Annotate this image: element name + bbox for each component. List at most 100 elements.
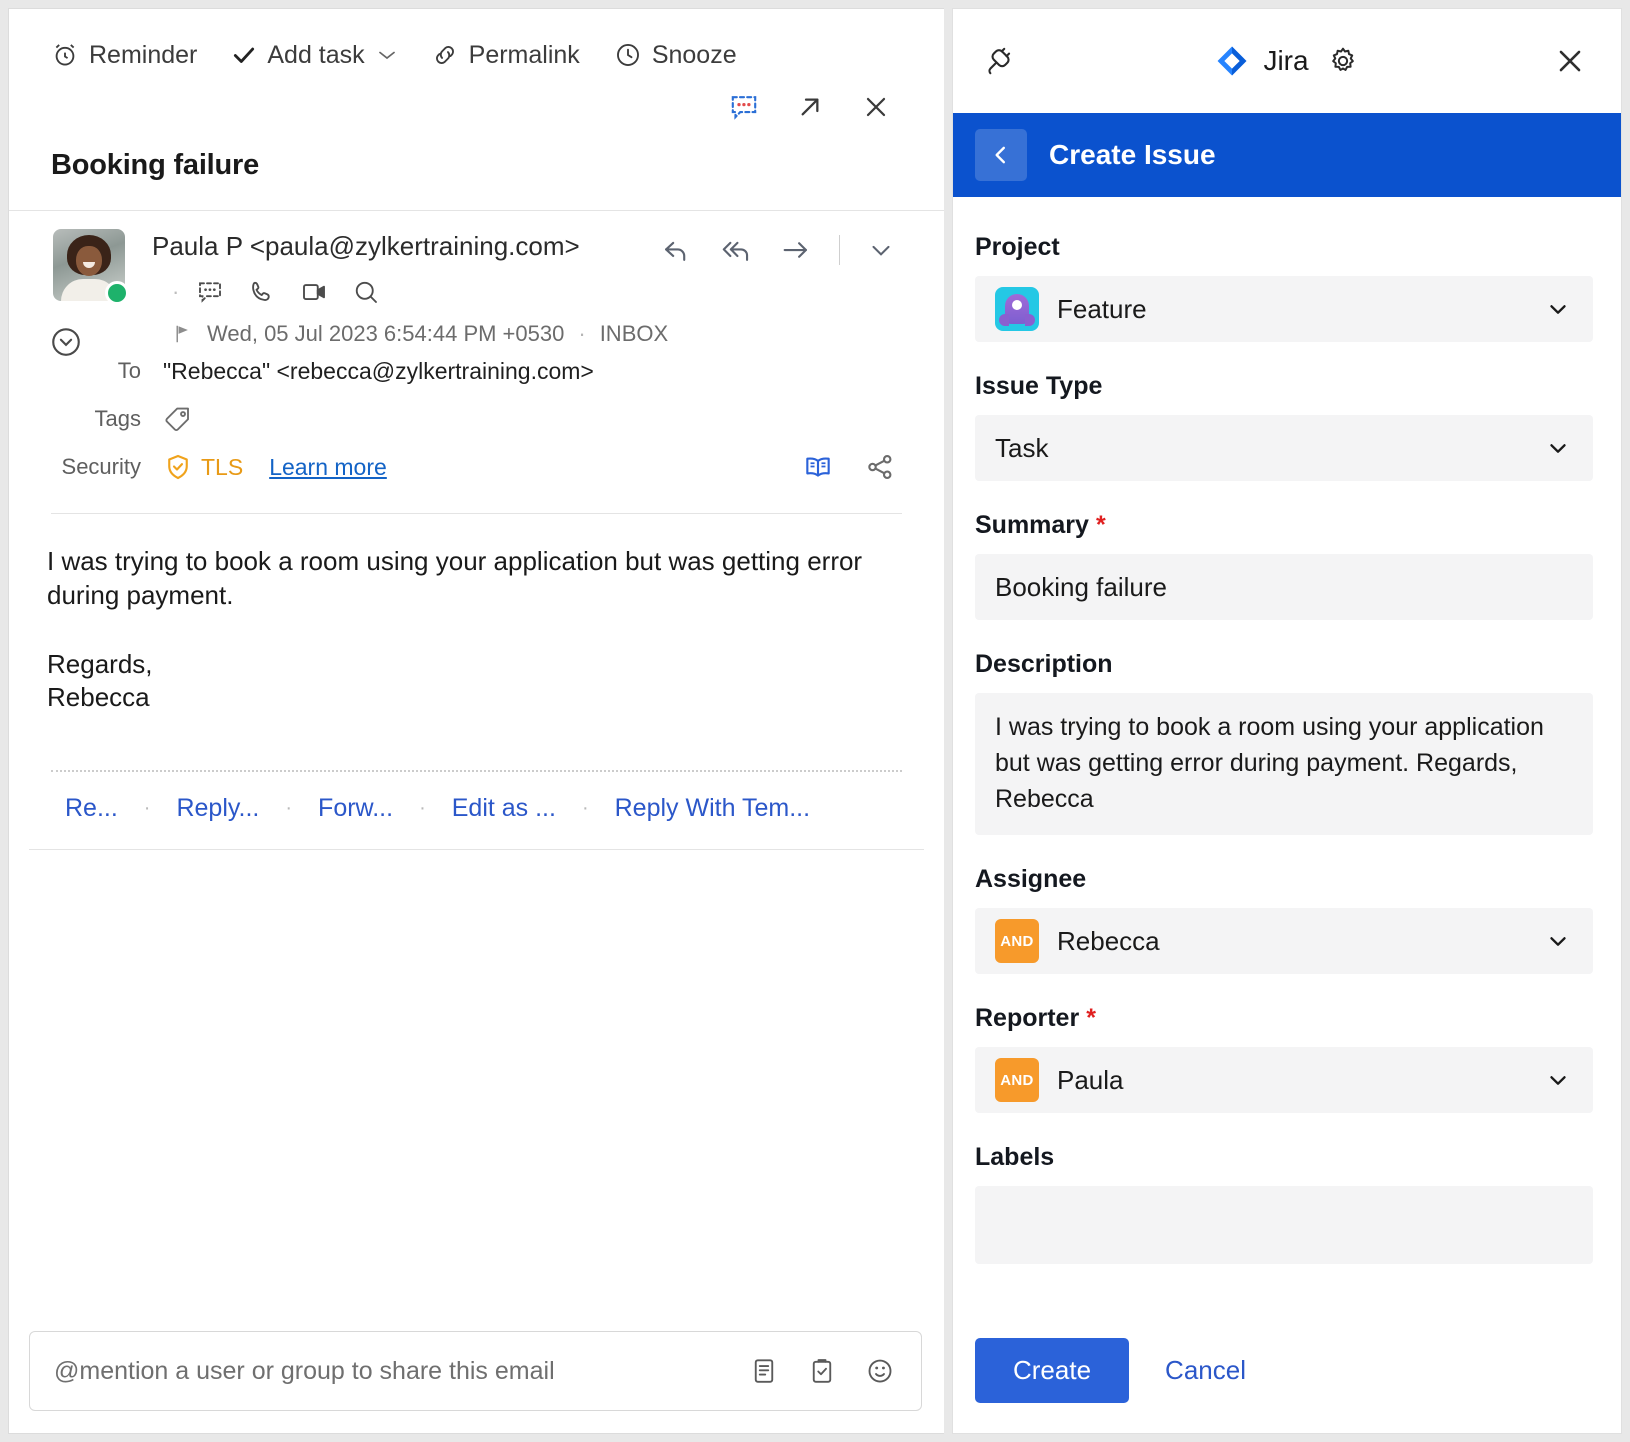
cancel-button[interactable]: Cancel bbox=[1165, 1355, 1246, 1386]
reply-link-3[interactable]: Edit as ... bbox=[452, 794, 556, 823]
close-icon[interactable] bbox=[860, 91, 892, 123]
required-asterisk: * bbox=[1096, 511, 1106, 540]
call-icon[interactable] bbox=[247, 277, 277, 307]
to-value: "Rebecca" <rebecca@zylkertraining.com> bbox=[163, 358, 594, 385]
mail-window-actions bbox=[9, 87, 944, 127]
summary-value: Booking failure bbox=[995, 572, 1167, 603]
reply-icon[interactable] bbox=[659, 233, 693, 267]
back-button[interactable] bbox=[975, 129, 1027, 181]
read-receipt-icon[interactable] bbox=[802, 451, 834, 483]
reporter-avatar: AND bbox=[995, 1058, 1039, 1102]
note-icon[interactable] bbox=[749, 1356, 779, 1386]
security-right-icons bbox=[802, 451, 944, 483]
message-actions bbox=[659, 229, 896, 267]
separator-dot: · bbox=[259, 797, 318, 820]
chevron-down-icon[interactable] bbox=[1545, 435, 1571, 461]
expand-details-icon[interactable] bbox=[49, 325, 83, 359]
mention-input[interactable]: @mention a user or group to share this e… bbox=[54, 1357, 749, 1386]
status-badge: TLS bbox=[163, 452, 243, 482]
field-reporter: Reporter * AND Paula bbox=[975, 1004, 1593, 1113]
plug-icon[interactable] bbox=[981, 44, 1015, 78]
tag-icon[interactable] bbox=[163, 404, 193, 434]
issue-type-value: Task bbox=[995, 433, 1048, 464]
field-assignee: Assignee AND Rebecca bbox=[975, 865, 1593, 974]
sender-quick-actions: · bbox=[9, 277, 944, 307]
security-label: Security bbox=[53, 454, 163, 480]
comment-icon[interactable] bbox=[728, 91, 760, 123]
jira-header-bar: Create Issue bbox=[953, 113, 1621, 197]
chevron-down-icon[interactable] bbox=[1545, 1067, 1571, 1093]
assignee-select[interactable]: AND Rebecca bbox=[975, 908, 1593, 974]
toolbar-reminder-button[interactable]: Reminder bbox=[51, 41, 197, 70]
divider bbox=[29, 849, 924, 850]
field-label-assignee: Assignee bbox=[975, 865, 1593, 894]
link-icon bbox=[431, 41, 459, 69]
create-button[interactable]: Create bbox=[975, 1338, 1129, 1403]
reply-link-2[interactable]: Forw... bbox=[318, 794, 393, 823]
message-body: I was trying to book a room using your a… bbox=[9, 514, 944, 612]
message-folder: INBOX bbox=[600, 321, 668, 347]
separator-dot: · bbox=[118, 797, 177, 820]
tls-label: TLS bbox=[201, 454, 243, 481]
message-date-row: Wed, 05 Jul 2023 6:54:44 PM +0530 · INBO… bbox=[53, 321, 944, 347]
reporter-value: Paula bbox=[1057, 1065, 1124, 1096]
field-label-summary: Summary * bbox=[975, 511, 1593, 540]
share-icon[interactable] bbox=[864, 451, 896, 483]
emoji-icon[interactable] bbox=[865, 1356, 895, 1386]
reply-link-0[interactable]: Re... bbox=[65, 794, 118, 823]
chevron-left-icon bbox=[988, 142, 1014, 168]
avatar bbox=[53, 229, 125, 301]
message-header: Paula P <paula@zylkertraining.com> bbox=[9, 211, 944, 514]
online-status-dot bbox=[105, 281, 129, 305]
separator-dot: · bbox=[172, 279, 179, 305]
sender-row: Paula P <paula@zylkertraining.com> bbox=[9, 229, 944, 267]
description-input[interactable]: I was trying to book a room using your a… bbox=[975, 693, 1593, 835]
gear-icon[interactable] bbox=[1327, 45, 1359, 77]
video-icon[interactable] bbox=[299, 277, 329, 307]
toolbar-snooze-label: Snooze bbox=[652, 41, 737, 70]
required-asterisk: * bbox=[1086, 1004, 1096, 1033]
reply-link-1[interactable]: Reply... bbox=[176, 794, 259, 823]
jira-panel: Jira bbox=[952, 8, 1622, 1434]
reply-links-row: Re... · Reply... · Forw... · Edit as ...… bbox=[9, 772, 944, 823]
issue-type-select[interactable]: Task bbox=[975, 415, 1593, 481]
project-feature-icon bbox=[995, 287, 1039, 331]
reply-all-icon[interactable] bbox=[719, 233, 753, 267]
field-label-project: Project bbox=[975, 233, 1593, 262]
toolbar-snooze-button[interactable]: Snooze bbox=[614, 41, 737, 70]
separator-dot: · bbox=[578, 321, 585, 347]
more-chevron-icon[interactable] bbox=[866, 235, 896, 265]
to-label: To bbox=[53, 358, 163, 384]
field-label-issue-type: Issue Type bbox=[975, 372, 1593, 401]
toolbar-permalink-button[interactable]: Permalink bbox=[431, 41, 580, 70]
forward-icon[interactable] bbox=[779, 233, 813, 267]
form-actions: Create Cancel bbox=[975, 1338, 1593, 1403]
toolbar-add-task-button[interactable]: Add task bbox=[231, 41, 396, 70]
chat-icon[interactable] bbox=[195, 277, 225, 307]
tags-label: Tags bbox=[53, 406, 163, 432]
assignee-avatar: AND bbox=[995, 919, 1039, 963]
popout-icon[interactable] bbox=[794, 91, 826, 123]
toolbar-reminder-label: Reminder bbox=[89, 41, 197, 70]
mail-pane: Reminder Add task bbox=[8, 8, 944, 1434]
close-icon[interactable] bbox=[1553, 44, 1587, 78]
labels-input[interactable] bbox=[975, 1186, 1593, 1264]
chevron-down-icon[interactable] bbox=[1545, 928, 1571, 954]
chevron-down-icon[interactable] bbox=[377, 49, 397, 61]
field-labels: Labels bbox=[975, 1143, 1593, 1264]
divider bbox=[839, 235, 840, 265]
jira-panel-topbar: Jira bbox=[953, 9, 1621, 113]
recipient-row: To "Rebecca" <rebecca@zylkertraining.com… bbox=[53, 347, 944, 395]
learn-more-link[interactable]: Learn more bbox=[269, 454, 387, 481]
search-icon[interactable] bbox=[351, 277, 381, 307]
mention-input-bar[interactable]: @mention a user or group to share this e… bbox=[29, 1331, 922, 1411]
field-summary: Summary * Booking failure bbox=[975, 511, 1593, 620]
project-select[interactable]: Feature bbox=[975, 276, 1593, 342]
chevron-down-icon[interactable] bbox=[1545, 296, 1571, 322]
task-icon[interactable] bbox=[807, 1356, 837, 1386]
message-date: Wed, 05 Jul 2023 6:54:44 PM +0530 bbox=[207, 321, 564, 347]
reporter-select[interactable]: AND Paula bbox=[975, 1047, 1593, 1113]
toolbar-permalink-label: Permalink bbox=[469, 41, 580, 70]
summary-input[interactable]: Booking failure bbox=[975, 554, 1593, 620]
reply-link-4[interactable]: Reply With Tem... bbox=[615, 794, 810, 823]
